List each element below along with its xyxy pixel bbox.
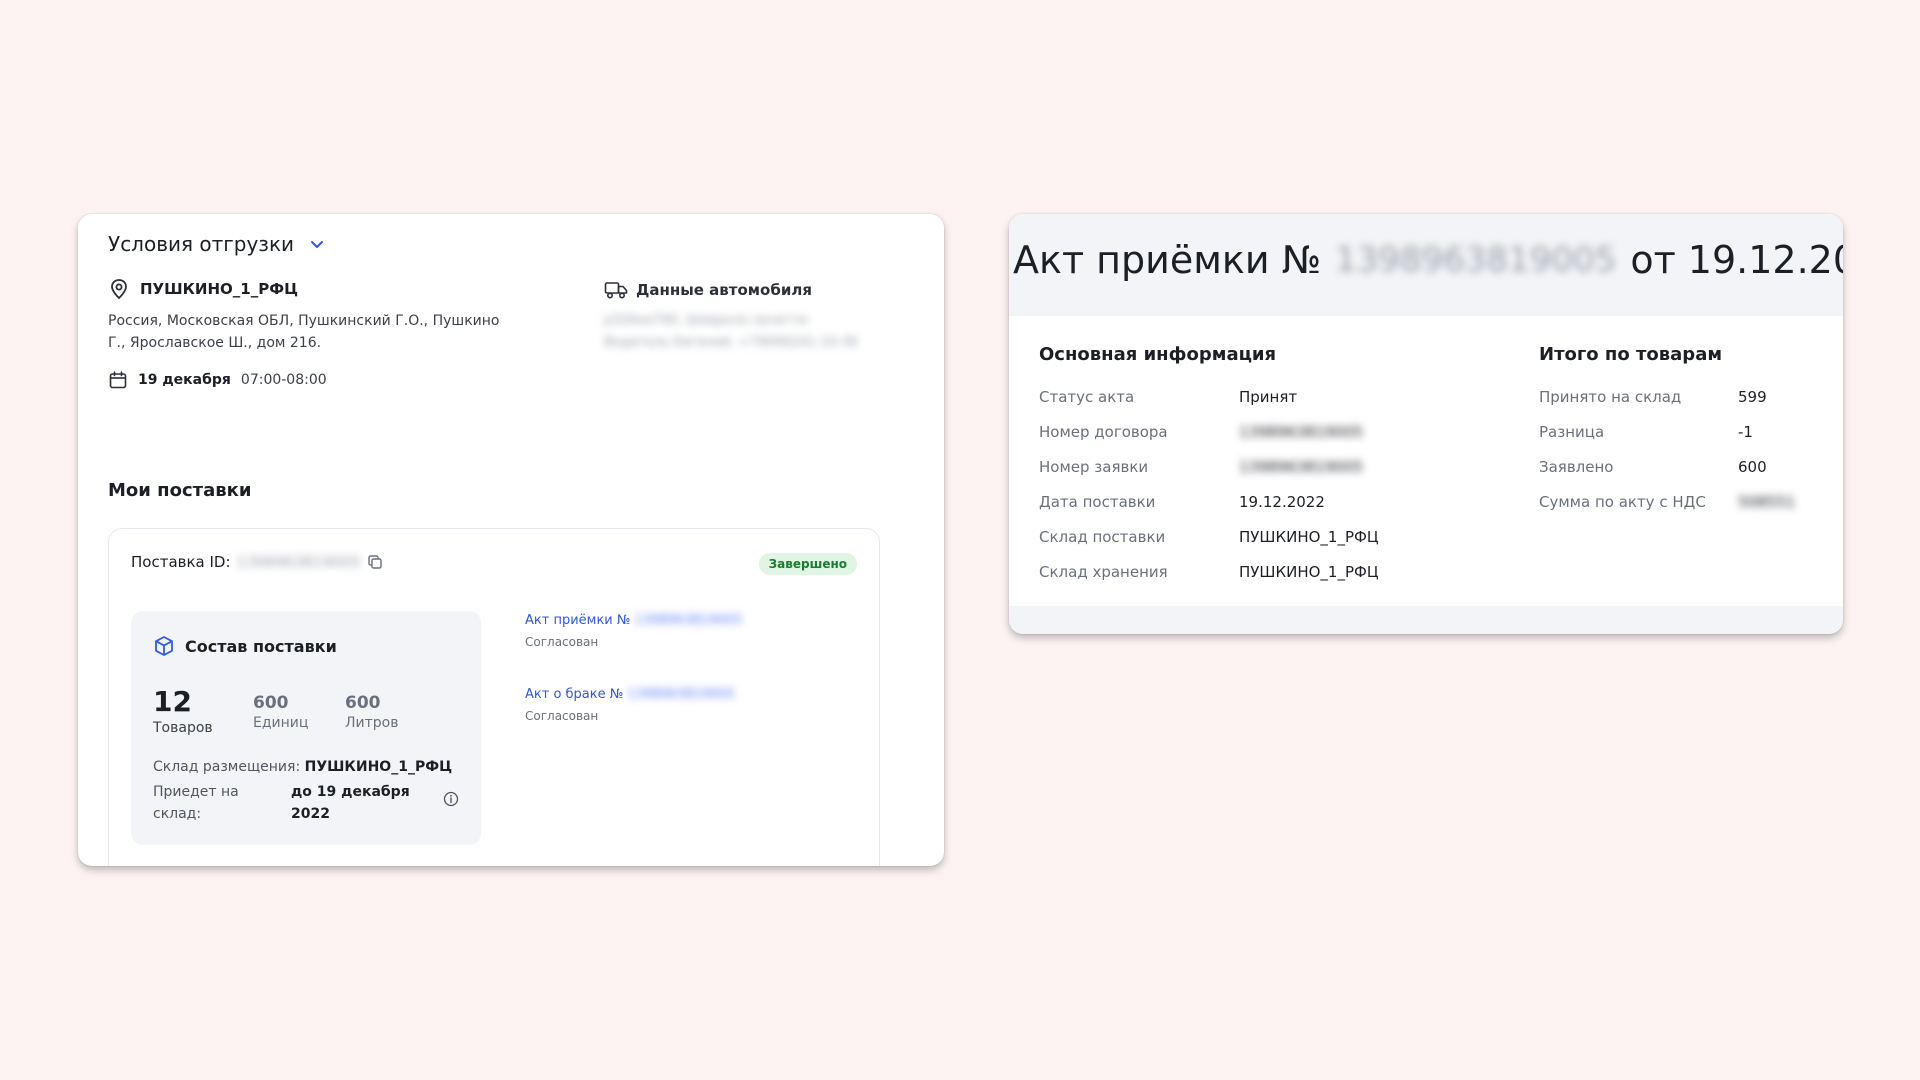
storage-warehouse-value: ПУШКИНО_1_РФЦ bbox=[1239, 563, 1379, 581]
main-label: Склад хранения bbox=[1039, 563, 1168, 581]
arrive-label: Приедет на склад: bbox=[153, 784, 239, 822]
acceptance-act-label: Акт приёмки № bbox=[525, 613, 631, 628]
main-label: Номер договора bbox=[1039, 423, 1168, 441]
acceptance-act-card: Акт приёмки № 1398963819005 от 19.12.202… bbox=[1009, 214, 1843, 634]
liters-count: 600 bbox=[345, 693, 381, 713]
shipping-date-row: 19 декабря 07:00-08:00 bbox=[108, 370, 327, 390]
supply-composition: Состав поставки 12 Товаров 600 Единиц 60… bbox=[131, 611, 481, 845]
act-number: 1398963819005 bbox=[1335, 240, 1617, 280]
main-label: Дата поставки bbox=[1039, 493, 1156, 511]
chevron-down-icon[interactable] bbox=[308, 235, 326, 253]
vehicle-title: Данные автомобиля bbox=[636, 281, 812, 299]
liters-stat: 600 Литров bbox=[345, 693, 398, 731]
goods-stat: 12 Товаров bbox=[153, 685, 213, 736]
driver-line: Водитель Евгений, +79096241-10-36 bbox=[604, 335, 858, 350]
calendar-icon bbox=[109, 371, 127, 389]
shipping-time: 07:00-08:00 bbox=[240, 372, 327, 388]
box-icon bbox=[155, 636, 173, 656]
main-label: Склад поставки bbox=[1039, 528, 1166, 546]
totals-label: Принято на склад bbox=[1539, 388, 1682, 406]
shipping-card: Условия отгрузки ПУШКИНО_1_РФЦ Россия, М… bbox=[78, 214, 944, 866]
warehouse-address: Россия, Московская ОБЛ, Пушкинский Г.О.,… bbox=[108, 313, 500, 351]
totals-label: Разница bbox=[1539, 423, 1605, 441]
acceptance-act-number: 1398963819005 bbox=[634, 613, 743, 628]
delivery-date-value: 19.12.2022 bbox=[1239, 493, 1325, 511]
placement-label: Склад размещения: bbox=[153, 759, 301, 775]
main-label: Статус акта bbox=[1039, 388, 1135, 406]
warehouse-row: ПУШКИНО_1_РФЦ bbox=[108, 278, 298, 300]
units-count: 600 bbox=[253, 693, 289, 713]
shipping-title: Условия отгрузки bbox=[108, 232, 295, 256]
declared-value: 600 bbox=[1738, 458, 1767, 476]
units-stat: 600 Единиц bbox=[253, 693, 308, 731]
main-label: Номер заявки bbox=[1039, 458, 1149, 476]
act-title-suffix: от 19.12.2022 bbox=[1630, 238, 1843, 282]
sum-with-vat-value: 508551 bbox=[1738, 493, 1796, 511]
shipping-conditions-toggle[interactable]: Условия отгрузки bbox=[108, 232, 326, 256]
composition-header: Состав поставки bbox=[153, 635, 337, 657]
totals-title: Итого по товарам bbox=[1539, 344, 1723, 365]
act-header: Акт приёмки № 1398963819005 от 19.12.202… bbox=[1009, 214, 1843, 316]
totals-label: Сумма по акту с НДС bbox=[1539, 493, 1706, 511]
act-status-value: Принят bbox=[1239, 388, 1298, 406]
main-info-title: Основная информация bbox=[1039, 344, 1277, 365]
supply-id-value: 1398963819005 bbox=[236, 553, 361, 571]
defect-act-label: Акт о браке № bbox=[525, 687, 624, 702]
units-label: Единиц bbox=[253, 715, 309, 731]
info-icon[interactable] bbox=[443, 791, 459, 807]
delivery-warehouse-value: ПУШКИНО_1_РФЦ bbox=[1239, 528, 1379, 546]
contract-number-value: 1398963819005 bbox=[1239, 423, 1364, 441]
truck-icon bbox=[604, 282, 628, 299]
request-number-value: 1398963819005 bbox=[1239, 458, 1364, 476]
vehicle-line: р326ке790, Шевроле лачетти bbox=[604, 313, 808, 328]
accepted-value: 599 bbox=[1738, 388, 1767, 406]
defect-act-status: Согласован bbox=[525, 709, 599, 723]
composition-title: Состав поставки bbox=[185, 636, 337, 656]
my-supplies-title: Мои поставки bbox=[108, 480, 252, 501]
warehouse-name: ПУШКИНО_1_РФЦ bbox=[140, 280, 298, 298]
shipping-date: 19 декабря bbox=[138, 372, 231, 388]
placement-row: Склад размещения: ПУШКИНО_1_РФЦ bbox=[153, 759, 452, 775]
arrive-value: до 19 декабря 2022 bbox=[291, 784, 410, 822]
acceptance-act-link[interactable]: Акт приёмки № 1398963819005 bbox=[525, 613, 742, 628]
act-title: Акт приёмки № 1398963819005 от 19.12.202… bbox=[1013, 238, 1843, 282]
totals-label: Заявлено bbox=[1539, 458, 1614, 476]
supply-card: Поставка ID: 1398963819005 Завершено Сос… bbox=[108, 528, 880, 866]
vehicle-header: Данные автомобиля bbox=[604, 280, 812, 300]
placement-value: ПУШКИНО_1_РФЦ bbox=[304, 759, 453, 775]
location-pin-icon bbox=[111, 279, 127, 300]
goods-label: Товаров bbox=[153, 720, 213, 736]
goods-count: 12 bbox=[153, 685, 192, 718]
copy-icon[interactable] bbox=[367, 554, 383, 570]
act-footer bbox=[1009, 606, 1843, 634]
liters-label: Литров bbox=[345, 715, 399, 731]
defect-act-link[interactable]: Акт о браке № 1398963819005 bbox=[525, 687, 735, 702]
status-badge: Завершено bbox=[758, 553, 857, 575]
defect-act-number: 1398963819005 bbox=[627, 687, 735, 702]
supply-id-label: Поставка ID: bbox=[131, 553, 231, 571]
act-title-prefix: Акт приёмки № bbox=[1013, 238, 1322, 282]
acceptance-act-status: Согласован bbox=[525, 635, 599, 649]
difference-value: -1 bbox=[1738, 423, 1753, 441]
vehicle-details: р326ке790, Шевроле лачетти Водитель Евге… bbox=[604, 310, 904, 354]
supply-id-row: Поставка ID: 1398963819005 bbox=[131, 553, 383, 571]
